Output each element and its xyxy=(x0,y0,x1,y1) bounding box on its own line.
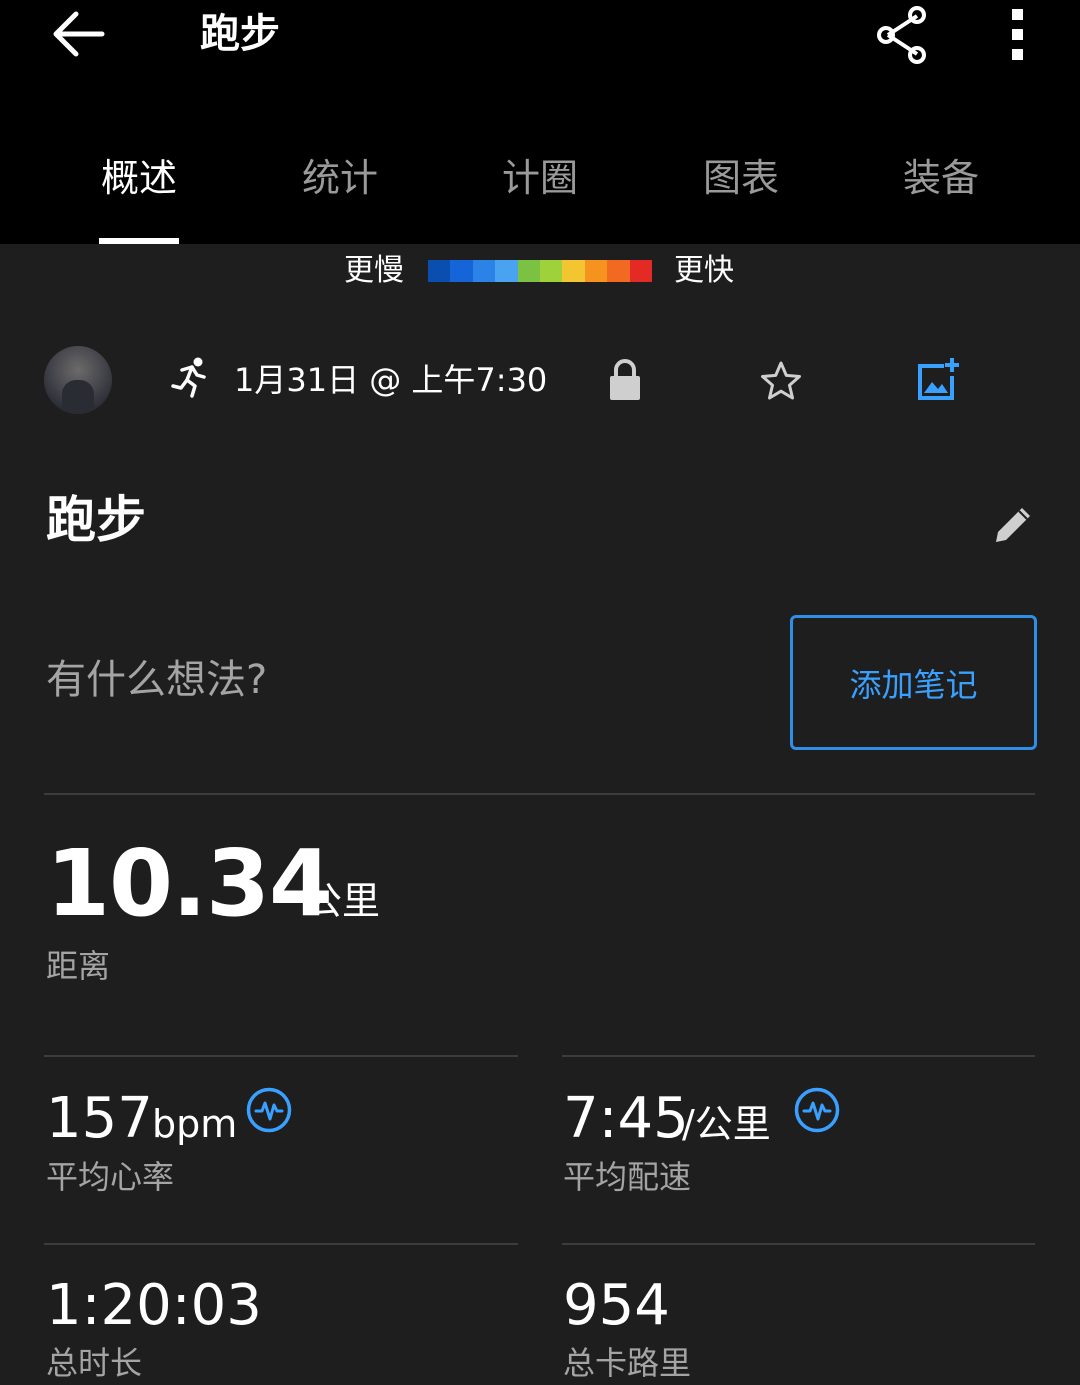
share-button[interactable] xyxy=(870,2,934,66)
back-button[interactable] xyxy=(46,6,110,62)
divider xyxy=(44,1243,518,1245)
avg-pace-value: 7:45 xyxy=(563,1086,689,1151)
distance-unit: 公里 xyxy=(304,879,381,923)
divider xyxy=(44,1055,518,1057)
user-avatar[interactable] xyxy=(44,346,112,414)
app-header: 跑步 概述 统计 计圈 图表 装备 xyxy=(0,0,1080,244)
tab-charts[interactable]: 图表 xyxy=(641,152,841,204)
privacy-button[interactable] xyxy=(606,358,644,402)
edit-icon xyxy=(996,508,1030,542)
arrow-back-icon xyxy=(53,11,105,57)
star-outline-icon xyxy=(761,361,801,400)
favorite-button[interactable] xyxy=(758,358,804,404)
pace-legend: 更慢 更快 xyxy=(0,244,1080,300)
pace-color-segment xyxy=(562,260,585,282)
tab-stats[interactable]: 统计 xyxy=(240,152,440,204)
tab-laps[interactable]: 计圈 xyxy=(440,152,640,204)
activity-name: 跑步 xyxy=(46,491,146,549)
pace-color-segment xyxy=(584,260,608,282)
total-time-value: 1:20:03 xyxy=(46,1273,262,1338)
divider xyxy=(562,1055,1035,1057)
activity-meta-row: 1月31日 @ 上午7:30 xyxy=(0,340,1080,424)
distance-label: 距离 xyxy=(46,947,111,985)
tab-bar: 概述 统计 计圈 图表 装备 xyxy=(0,140,1080,244)
activity-date-time: 1月31日 @ 上午7:30 xyxy=(234,361,548,399)
total-calories-label: 总卡路里 xyxy=(563,1344,692,1382)
divider xyxy=(562,1243,1035,1245)
tab-gear[interactable]: 装备 xyxy=(841,152,1041,204)
pace-color-segment xyxy=(472,260,496,282)
note-prompt: 有什么想法? xyxy=(46,657,268,703)
heart-rate-badge-icon[interactable] xyxy=(245,1086,293,1134)
more-vert-icon xyxy=(1012,9,1023,60)
avg-pace-label: 平均配速 xyxy=(563,1158,692,1196)
legend-slow-label: 更慢 xyxy=(344,253,404,288)
total-time-label: 总时长 xyxy=(46,1344,143,1382)
pace-color-segment xyxy=(607,260,630,282)
pace-color-scale xyxy=(428,260,653,282)
pace-color-segment xyxy=(450,260,473,282)
pace-color-segment xyxy=(517,260,541,282)
more-options-button[interactable] xyxy=(996,2,1040,66)
pace-color-segment xyxy=(629,260,653,282)
divider xyxy=(44,793,1035,795)
total-calories-value: 954 xyxy=(563,1273,670,1338)
tab-overview[interactable]: 概述 xyxy=(39,152,239,204)
avg-heart-rate-value: 157 xyxy=(46,1086,153,1151)
page-title: 跑步 xyxy=(200,11,280,57)
avg-heart-rate-unit: bpm xyxy=(152,1102,238,1146)
distance-value: 10.34 xyxy=(46,830,333,937)
add-photo-icon xyxy=(918,358,959,400)
share-icon xyxy=(877,6,926,64)
lock-icon xyxy=(610,359,640,400)
legend-fast-label: 更快 xyxy=(674,253,734,288)
edit-name-button[interactable] xyxy=(988,500,1038,550)
running-icon xyxy=(171,357,206,398)
heart-rate-badge-icon[interactable] xyxy=(793,1086,841,1134)
avg-pace-unit: /公里 xyxy=(682,1102,771,1146)
pace-color-segment xyxy=(428,260,451,282)
add-note-button[interactable]: 添加笔记 xyxy=(790,615,1037,750)
pace-color-segment xyxy=(540,260,563,282)
add-photo-button[interactable] xyxy=(914,356,962,404)
avg-heart-rate-label: 平均心率 xyxy=(46,1158,175,1196)
pace-color-segment xyxy=(495,260,518,282)
